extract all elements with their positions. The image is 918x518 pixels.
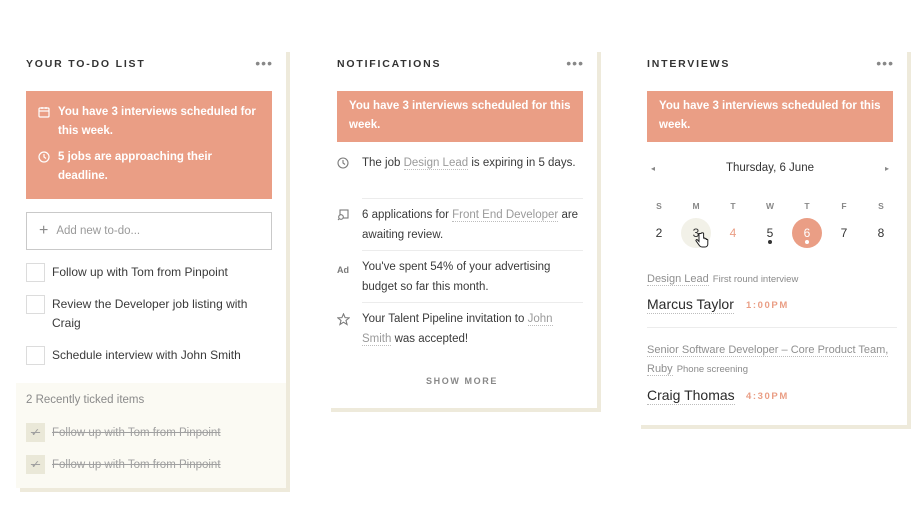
banner-text-interviews: You have 3 interviews scheduled for this… (58, 106, 256, 137)
todo-checkbox[interactable] (26, 295, 45, 314)
calendar-icon (38, 103, 58, 125)
interview-time: 1:00PM (746, 300, 789, 311)
weekday-label: W (765, 201, 775, 211)
todo-title: YOUR TO-DO LIST (26, 58, 146, 70)
interview-time: 4:30PM (746, 391, 789, 402)
weekday-label: S (656, 201, 662, 211)
clock-icon (337, 154, 362, 177)
weekday-label: T (730, 201, 736, 211)
todo-item-text: Schedule interview with John Smith (52, 348, 241, 362)
ad-icon: Ad (337, 265, 349, 275)
interviews-banner: You have 3 interviews scheduled for this… (647, 91, 893, 142)
interviews-title: INTERVIEWS (647, 58, 731, 70)
banner-row-interviews: You have 3 interviews scheduled for this… (38, 103, 260, 141)
interview-type: Phone screening (676, 364, 748, 375)
interview-dot-icon (805, 240, 809, 244)
interviews-menu-icon[interactable]: ••• (876, 56, 894, 70)
todo-item: Follow up with Tom from Pinpoint (26, 263, 276, 282)
ticked-item: ✓ Follow up with Tom from Pinpoint (26, 455, 221, 474)
star-icon (336, 310, 362, 334)
todo-item: Schedule interview with John Smith (26, 346, 276, 365)
next-arrow-icon[interactable]: ▸ (881, 164, 893, 173)
divider (647, 327, 897, 328)
todo-alert-banner: You have 3 interviews scheduled for this… (26, 91, 272, 199)
notification-text: 6 applications for Front End Developer a… (362, 209, 579, 241)
notification-text: The job Design Lead is expiring in 5 day… (362, 157, 576, 170)
calendar-day[interactable]: 4 (718, 218, 748, 248)
candidate-name[interactable]: Craig Thomas (647, 386, 735, 405)
notification-item: 6 applications for Front End Developer a… (337, 206, 583, 245)
notification-text: You've spent 54% of your advertising bud… (362, 261, 551, 293)
role-link[interactable]: Design Lead (647, 273, 709, 286)
checkmark-icon[interactable]: ✓ (26, 423, 45, 442)
calendar-day[interactable]: 7 (829, 218, 859, 248)
prev-arrow-icon[interactable]: ◂ (647, 164, 659, 173)
weekday-label: F (841, 201, 847, 211)
candidate-name[interactable]: Marcus Taylor (647, 295, 734, 314)
ticked-label: 2 Recently ticked items (26, 394, 145, 406)
calendar-day[interactable]: 2 (644, 218, 674, 248)
divider (362, 198, 583, 199)
todo-checkbox[interactable] (26, 263, 45, 282)
calendar-day[interactable]: 5 (755, 218, 785, 248)
interview-role: Design Lead First round interview (647, 270, 893, 289)
banner-row-deadlines: 5 jobs are approaching their deadline. (38, 148, 260, 186)
notification-item: Your Talent Pipeline invitation to John … (336, 310, 583, 349)
todo-item-text: Review the Developer job listing with Cr… (52, 297, 248, 330)
interviews-card: INTERVIEWS ••• You have 3 interviews sch… (637, 48, 907, 425)
show-more-button[interactable]: SHOW MORE (327, 376, 597, 386)
interview-type: First round interview (712, 274, 799, 285)
weekday-label: S (878, 201, 884, 211)
clock-icon (38, 148, 58, 170)
ticked-item-text: Follow up with Tom from Pinpoint (52, 458, 221, 471)
todo-menu-icon[interactable]: ••• (255, 56, 273, 70)
applications-icon (337, 206, 362, 229)
todo-card: YOUR TO-DO LIST ••• You have 3 interview… (16, 48, 286, 488)
calendar-day-selected[interactable]: 6 (792, 218, 822, 248)
notifications-menu-icon[interactable]: ••• (566, 56, 584, 70)
notifications-title: NOTIFICATIONS (337, 58, 442, 70)
weekday-label: T (804, 201, 810, 211)
notification-item: The job Design Lead is expiring in 5 day… (337, 154, 583, 177)
weekday-label: M (692, 201, 700, 211)
calendar-date-label: Thursday, 6 June (725, 162, 814, 174)
interview-dot-icon (768, 240, 772, 244)
todo-checkbox[interactable] (26, 346, 45, 365)
notifications-banner: You have 3 interviews scheduled for this… (337, 91, 583, 142)
hand-cursor-icon (695, 232, 709, 248)
add-todo-input[interactable]: + Add new to-do... (26, 212, 272, 250)
job-link-front-end-developer[interactable]: Front End Developer (452, 209, 559, 222)
ticked-item: ✓ Follow up with Tom from Pinpoint (26, 423, 221, 442)
job-link-design-lead[interactable]: Design Lead (403, 157, 469, 170)
divider (362, 302, 583, 303)
calendar-header: ◂ Thursday, 6 June ▸ (647, 162, 893, 174)
todo-item-text: Follow up with Tom from Pinpoint (52, 265, 228, 279)
interview-role: Senior Software Developer – Core Product… (647, 341, 893, 379)
add-todo-placeholder: Add new to-do... (56, 225, 141, 237)
plus-icon: + (39, 222, 49, 239)
divider (362, 250, 583, 251)
calendar-day[interactable]: 8 (866, 218, 896, 248)
notifications-card: NOTIFICATIONS ••• You have 3 interviews … (327, 48, 597, 408)
ticked-item-text: Follow up with Tom from Pinpoint (52, 426, 221, 439)
todo-item: Review the Developer job listing with Cr… (26, 295, 276, 333)
notification-item: Ad You've spent 54% of your advertising … (337, 258, 583, 297)
checkmark-icon[interactable]: ✓ (26, 455, 45, 474)
notification-text: Your Talent Pipeline invitation to John … (362, 313, 553, 346)
banner-text-deadlines: 5 jobs are approaching their deadline. (58, 151, 213, 182)
